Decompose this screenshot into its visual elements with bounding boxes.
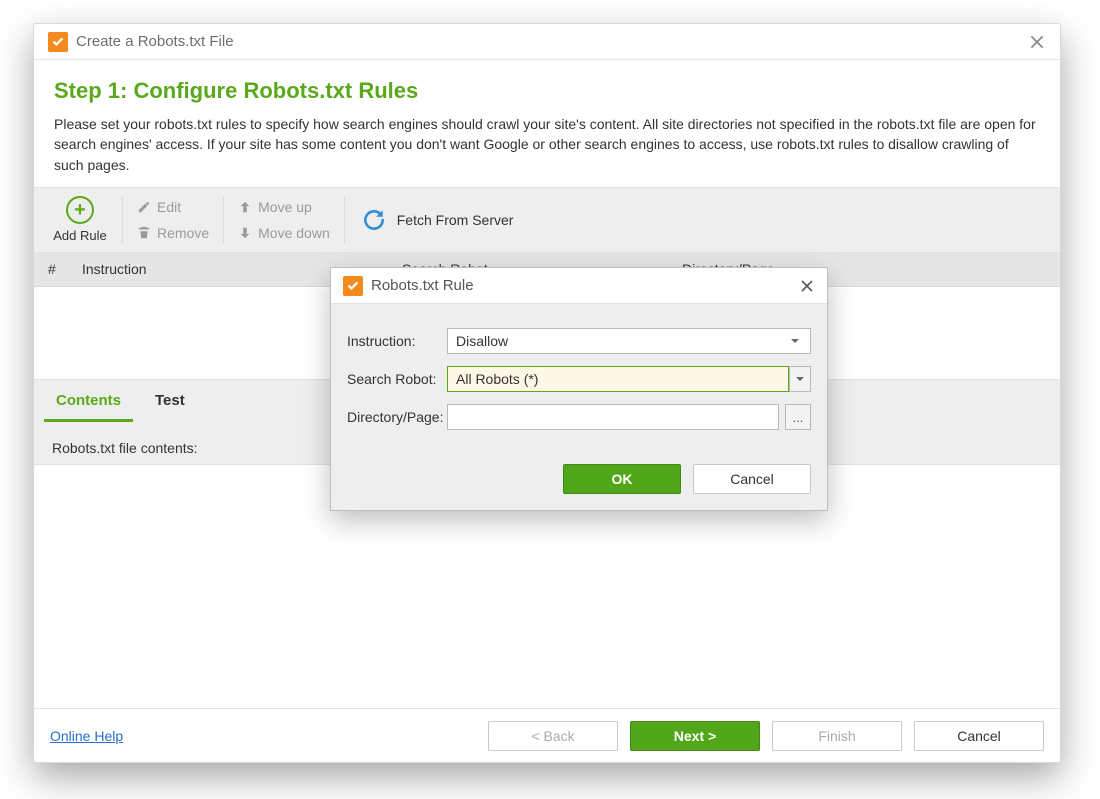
- dialog-form: Instruction: Disallow Search Robot: All …: [331, 304, 827, 448]
- finish-button[interactable]: Finish: [772, 721, 902, 751]
- move-down-button[interactable]: Move down: [238, 220, 330, 246]
- main-window: Create a Robots.txt File Step 1: Configu…: [33, 23, 1061, 763]
- remove-button[interactable]: Remove: [137, 220, 209, 246]
- plus-icon: +: [66, 196, 94, 224]
- browse-button[interactable]: ...: [785, 404, 811, 430]
- refresh-icon: [361, 207, 387, 233]
- dialog-cancel-button[interactable]: Cancel: [693, 464, 811, 494]
- fetch-label: Fetch From Server: [397, 212, 514, 228]
- search-robot-select[interactable]: All Robots (*): [447, 366, 789, 392]
- tab-contents[interactable]: Contents: [44, 380, 133, 422]
- instruction-value: Disallow: [456, 333, 508, 349]
- add-rule-label: Add Rule: [53, 228, 106, 243]
- toolbar-separator: [344, 196, 345, 244]
- directory-label: Directory/Page:: [347, 409, 447, 425]
- ok-button[interactable]: OK: [563, 464, 681, 494]
- cancel-button[interactable]: Cancel: [914, 721, 1044, 751]
- instruction-select[interactable]: Disallow: [447, 328, 811, 354]
- search-robot-value: All Robots (*): [456, 371, 538, 387]
- app-icon: [343, 276, 363, 296]
- online-help-link[interactable]: Online Help: [50, 728, 123, 744]
- arrow-up-icon: [238, 200, 252, 214]
- window-title: Create a Robots.txt File: [76, 33, 1028, 50]
- titlebar: Create a Robots.txt File: [34, 24, 1060, 60]
- back-button[interactable]: < Back: [488, 721, 618, 751]
- arrow-down-icon: [238, 226, 252, 240]
- edit-button[interactable]: Edit: [137, 194, 209, 220]
- toolbar-separator: [122, 196, 123, 244]
- step-description: Please set your robots.txt rules to spec…: [54, 114, 1040, 175]
- next-button[interactable]: Next >: [630, 721, 760, 751]
- search-robot-label: Search Robot:: [347, 371, 447, 387]
- trash-icon: [137, 226, 151, 240]
- tab-test[interactable]: Test: [143, 380, 197, 422]
- instruction-label: Instruction:: [347, 333, 447, 349]
- close-icon[interactable]: [1028, 33, 1046, 51]
- dialog-titlebar: Robots.txt Rule: [331, 268, 827, 304]
- fetch-from-server-button[interactable]: Fetch From Server: [351, 188, 524, 252]
- dialog-actions: OK Cancel: [331, 448, 827, 510]
- th-number[interactable]: #: [34, 261, 68, 277]
- step-header: Step 1: Configure Robots.txt Rules Pleas…: [34, 60, 1060, 187]
- dialog-title: Robots.txt Rule: [371, 277, 799, 294]
- directory-input[interactable]: [447, 404, 779, 430]
- toolbar: + Add Rule Edit Remove Move up Move down: [34, 187, 1060, 253]
- pencil-icon: [137, 200, 151, 214]
- wizard-footer: Online Help < Back Next > Finish Cancel: [34, 708, 1060, 762]
- chevron-down-icon[interactable]: [789, 366, 811, 392]
- add-rule-button[interactable]: + Add Rule: [44, 188, 116, 252]
- chevron-down-icon: [784, 328, 806, 354]
- robots-rule-dialog: Robots.txt Rule Instruction: Disallow Se…: [330, 267, 828, 511]
- move-up-button[interactable]: Move up: [238, 194, 330, 220]
- step-title: Step 1: Configure Robots.txt Rules: [54, 78, 1040, 104]
- app-icon: [48, 32, 68, 52]
- close-icon[interactable]: [799, 278, 815, 294]
- toolbar-separator: [223, 196, 224, 244]
